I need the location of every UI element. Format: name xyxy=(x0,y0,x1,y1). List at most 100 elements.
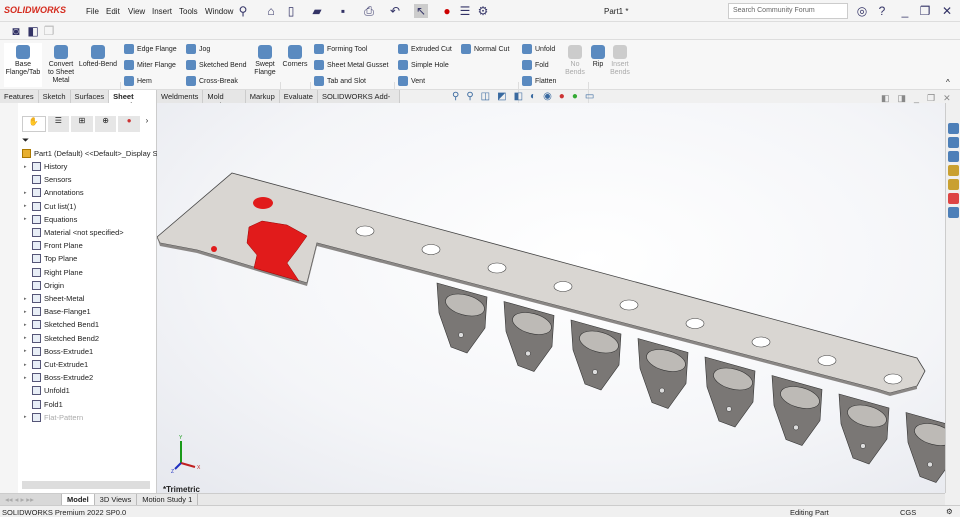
new-document-icon[interactable]: ▯ xyxy=(284,4,298,18)
tree-item[interactable]: Origin xyxy=(24,280,64,290)
tab-sheet-metal[interactable]: Sheet Metal xyxy=(109,90,158,110)
menu-view[interactable]: View xyxy=(128,7,145,16)
chevron-right-icon[interactable]: › xyxy=(142,116,152,132)
tree-item[interactable]: ▸ Equations xyxy=(24,214,77,224)
tab-slot-button[interactable]: Tab and Slot xyxy=(314,76,366,86)
menu-file[interactable]: File xyxy=(86,7,99,16)
filter-icon[interactable]: ⏷ xyxy=(22,135,29,146)
scene-icon[interactable]: ● xyxy=(572,91,578,102)
convert-sheet-metal-button[interactable]: Convert to Sheet Metal xyxy=(46,45,76,85)
home-icon[interactable]: ⌂ xyxy=(264,4,278,18)
normal-cut-button[interactable]: Normal Cut xyxy=(461,44,509,54)
menu-edit[interactable]: Edit xyxy=(106,7,120,16)
dimxpert-tab-icon[interactable]: ⊕ xyxy=(94,116,117,132)
tree-item[interactable]: ▸ Boss-Extrude2 xyxy=(24,373,93,383)
tree-item[interactable]: ▸ Sheet-Metal xyxy=(24,294,84,303)
restore-button[interactable]: ❐ xyxy=(918,4,932,18)
tab-weldments[interactable]: Weldments xyxy=(157,90,204,103)
tab-motion-study[interactable]: Motion Study 1 xyxy=(137,494,199,505)
vent-button[interactable]: Vent xyxy=(398,76,425,86)
miter-flange-button[interactable]: Miter Flange xyxy=(124,60,176,70)
select-icon[interactable]: ↖ xyxy=(414,4,428,18)
expand-arrow-icon[interactable]: ▸ xyxy=(24,164,29,170)
tree-horizontal-scrollbar[interactable] xyxy=(22,481,150,489)
hem-button[interactable]: Hem xyxy=(124,76,152,86)
hide-show-icon[interactable]: ◉ xyxy=(543,91,552,102)
undo-icon[interactable]: ↶ xyxy=(388,4,402,18)
flatten-button[interactable]: Flatten xyxy=(522,76,556,86)
tree-item[interactable]: Right Plane xyxy=(24,267,83,277)
copy-icon[interactable]: ❐ xyxy=(42,24,56,38)
tree-item[interactable]: ▸ Cut-Extrude1 xyxy=(24,360,88,369)
split-left-icon[interactable]: ◧ xyxy=(881,93,890,104)
custom-properties-icon[interactable] xyxy=(948,207,959,218)
tree-item[interactable]: Fold1 xyxy=(24,399,63,409)
propertymanager-tab-icon[interactable]: ☰ xyxy=(47,116,70,132)
expand-arrow-icon[interactable]: ▸ xyxy=(24,348,29,354)
design-library-icon[interactable] xyxy=(948,137,959,148)
display-manager-tab-icon[interactable]: ● xyxy=(118,116,140,132)
fold-button[interactable]: Fold xyxy=(522,60,549,70)
tab-surfaces[interactable]: Surfaces xyxy=(70,90,110,103)
open-icon[interactable]: ▰ xyxy=(310,4,324,18)
split-right-icon[interactable]: ◨ xyxy=(898,93,907,104)
expand-arrow-icon[interactable]: ▸ xyxy=(24,190,29,196)
account-icon[interactable]: ◎ xyxy=(855,4,869,18)
menu-tools[interactable]: Tools xyxy=(179,7,198,16)
appearance-icon[interactable]: ● xyxy=(559,91,565,102)
rip-button[interactable]: Rip xyxy=(590,45,606,69)
expand-arrow-icon[interactable]: ▸ xyxy=(24,362,29,368)
expand-arrow-icon[interactable]: ▸ xyxy=(24,322,29,328)
view-settings-icon[interactable]: ▭ xyxy=(585,91,594,102)
tree-item[interactable]: ▸ History xyxy=(24,162,67,171)
graphics-area[interactable]: ⚲ ⚲ ◫ ◩ ◧ ◐ ◉ ● ● ▭ ◧ ◨ _ ❐ ✕ Y X Z *Trimetric xyxy=(157,91,951,494)
base-flange-button[interactable]: Base Flange/Tab xyxy=(4,43,42,87)
status-settings-icon[interactable]: ⚙ xyxy=(946,507,953,516)
tab-3d-views[interactable]: 3D Views xyxy=(95,494,138,505)
help-icon[interactable]: ? xyxy=(875,4,889,18)
options-gear-icon[interactable]: ⚙ xyxy=(476,4,490,18)
appearances-icon[interactable] xyxy=(948,179,959,190)
tree-item[interactable]: Front Plane xyxy=(24,241,83,251)
tree-item[interactable]: ▸ Annotations xyxy=(24,188,84,198)
edge-flange-button[interactable]: Edge Flange xyxy=(124,44,177,54)
units-selector[interactable]: CGS xyxy=(900,508,916,517)
tree-item[interactable]: ▸ Cut list(1) xyxy=(24,201,76,211)
expand-arrow-icon[interactable]: ▸ xyxy=(24,375,29,381)
tab-scroll-arrows[interactable]: ◂◂ ◂ ▸ ▸▸ xyxy=(0,494,62,505)
menu-window[interactable]: Window xyxy=(205,7,233,16)
tab-mold-tools[interactable]: Mold Tools xyxy=(203,90,246,110)
tree-item[interactable]: ▸ Base-Flange1 xyxy=(24,307,91,317)
extruded-cut-button[interactable]: Extruded Cut xyxy=(398,44,452,54)
previous-view-icon[interactable]: ◫ xyxy=(481,91,490,102)
expand-arrow-icon[interactable]: ▸ xyxy=(24,203,29,209)
jog-button[interactable]: Jog xyxy=(186,44,210,54)
file-explorer-icon[interactable] xyxy=(948,151,959,162)
tree-item[interactable]: ▸ Boss-Extrude1 xyxy=(24,346,93,356)
viewport-restore-icon[interactable]: ❐ xyxy=(927,93,935,104)
collapse-ribbon-icon[interactable]: ^ xyxy=(946,78,950,87)
expand-arrow-icon[interactable]: ▸ xyxy=(24,216,29,222)
no-bends-button[interactable]: No Bends xyxy=(563,45,587,77)
file-properties-icon[interactable]: ☰ xyxy=(458,4,472,18)
expand-arrow-icon[interactable]: ▸ xyxy=(24,309,29,315)
tree-root[interactable]: Part1 (Default) <<Default>_Display Sta xyxy=(22,149,164,158)
viewport-minimize-icon[interactable]: _ xyxy=(914,93,919,104)
gusset-button[interactable]: Sheet Metal Gusset xyxy=(314,60,388,70)
expand-arrow-icon[interactable]: ▸ xyxy=(24,414,29,420)
tab-evaluate[interactable]: Evaluate xyxy=(279,90,318,103)
tree-item[interactable]: Sensors xyxy=(24,175,72,185)
display-style-icon[interactable]: ◐ xyxy=(530,91,536,102)
print-icon[interactable]: ⎙ xyxy=(362,4,376,18)
expand-arrow-icon[interactable]: ▸ xyxy=(24,296,29,302)
expand-arrow-icon[interactable]: ▸ xyxy=(24,335,29,341)
unfold-button[interactable]: Unfold xyxy=(522,44,555,54)
search-community-input[interactable]: Search Community Forum xyxy=(728,3,848,19)
insert-bends-button[interactable]: Insert Bends xyxy=(608,45,632,77)
corners-button[interactable]: Corners xyxy=(282,45,308,69)
view-orientation-icon[interactable]: ◧ xyxy=(514,91,523,102)
swept-flange-button[interactable]: Swept Flange xyxy=(251,45,279,77)
tree-item[interactable]: ▸ Sketched Bend1 xyxy=(24,320,99,330)
tree-item[interactable]: ▸ Flat-Pattern xyxy=(24,412,83,422)
tab-addins[interactable]: SOLIDWORKS Add-Ins xyxy=(317,90,400,110)
